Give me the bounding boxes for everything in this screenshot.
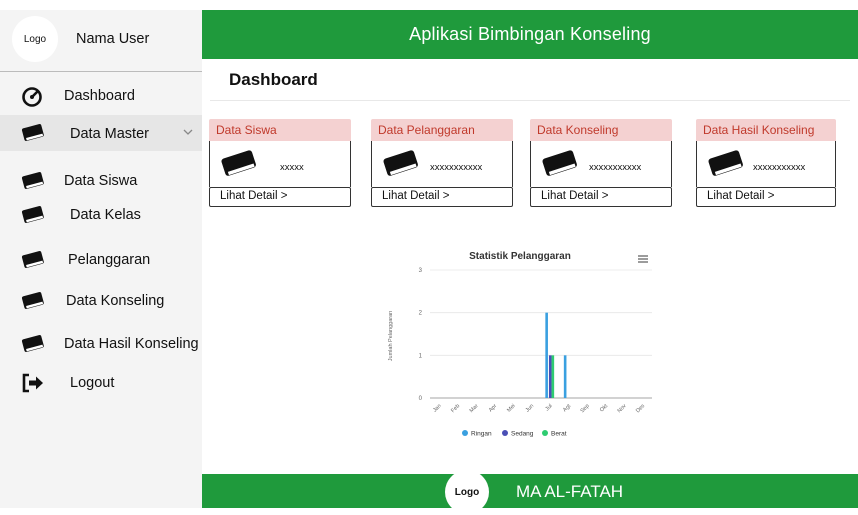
sidebar-item-dashboard[interactable]: Dashboard <box>0 78 202 114</box>
x-tick-label: Apr <box>488 403 498 413</box>
x-tick-label: Jan <box>432 403 443 414</box>
page-title: Dashboard <box>229 70 318 89</box>
x-tick-label: Feb <box>450 403 461 414</box>
card-body: xxxxx <box>209 141 351 187</box>
y-tick-label: 2 <box>419 311 423 317</box>
card-value: xxxxxxxxxxx <box>753 162 806 173</box>
chart-title: Statistik Pelanggaran <box>469 251 571 262</box>
footer-logo-text: Logo <box>454 486 480 498</box>
sidebar-item-label: Data Hasil Konseling <box>64 336 199 352</box>
lihat-detail-button[interactable]: Lihat Detail > <box>371 187 513 207</box>
book-icon <box>21 172 44 189</box>
book-icon <box>542 150 577 176</box>
card-title: Data Konseling <box>530 119 672 141</box>
card-title: Data Siswa <box>209 119 351 141</box>
y-tick-label: 0 <box>419 396 423 402</box>
pelanggaran-chart: Statistik Pelanggaran Jumlah Pelanggaran… <box>388 251 652 438</box>
legend-marker <box>462 430 468 436</box>
sidebar-item-data-kelas[interactable]: Data Kelas <box>0 197 202 233</box>
sidebar-item-label: Data Siswa <box>64 173 138 189</box>
title-divider <box>210 100 850 101</box>
card-title: Data Pelanggaran <box>371 119 513 141</box>
sidebar-item-label: Logout <box>70 375 115 391</box>
sidebar-item-label: Data Kelas <box>70 207 141 223</box>
card-body: xxxxxxxxxxx <box>696 141 836 187</box>
school-name: MA AL-FATAH <box>516 482 624 501</box>
sidebar-item-data-master[interactable]: Data Master <box>0 115 202 151</box>
x-tick-label: Okt <box>599 403 610 414</box>
sidebar-item-label: Pelanggaran <box>68 252 151 268</box>
sidebar-item-label: Dashboard <box>64 88 135 104</box>
x-tick-label: Nov <box>617 403 628 414</box>
x-tick-label: Jul <box>544 403 553 412</box>
card-value: xxxxxxxxxxx <box>430 162 483 173</box>
lihat-detail-button[interactable]: Lihat Detail > <box>530 187 672 207</box>
lihat-detail-button[interactable]: Lihat Detail > <box>209 187 351 207</box>
book-icon <box>21 292 44 309</box>
card-data-siswa: Data Siswa xxxxx Lihat Detail > <box>209 119 351 207</box>
book-icon <box>21 206 44 223</box>
user-logo: Logo <box>12 16 58 62</box>
card-data-pelanggaran: Data Pelanggaran xxxxxxxxxxx Lihat Detai… <box>371 119 513 207</box>
chart-bar[interactable] <box>551 355 555 398</box>
sidebar-item-data-hasil-konseling[interactable]: Data Hasil Konseling <box>0 326 202 362</box>
legend-label[interactable]: Sedang <box>511 431 534 438</box>
chevron-down-icon <box>183 129 193 135</box>
footer-logo: Logo <box>445 470 489 514</box>
card-title: Data Hasil Konseling <box>696 119 836 141</box>
y-axis-label: Jumlah Pelanggaran <box>388 311 394 361</box>
card-body: xxxxxxxxxxx <box>530 141 672 187</box>
book-icon <box>21 251 44 268</box>
app-footer: Logo MA AL-FATAH <box>202 470 858 514</box>
book-icon <box>21 124 44 141</box>
logout-icon <box>22 373 43 393</box>
x-tick-label: Mar <box>469 403 480 414</box>
sidebar-item-label: Data Konseling <box>66 293 165 309</box>
lihat-detail-button[interactable]: Lihat Detail > <box>696 187 836 207</box>
chart-bar[interactable] <box>563 355 567 398</box>
x-tick-label: Agt <box>562 403 572 413</box>
sidebar-item-logout[interactable]: Logout <box>0 365 202 401</box>
app-header: Aplikasi Bimbingan Konseling <box>202 10 858 59</box>
sidebar-item-label: Data Master <box>70 126 149 142</box>
sidebar-divider <box>0 71 202 72</box>
x-tick-label: Mei <box>506 403 517 414</box>
card-body: xxxxxxxxxxx <box>371 141 513 187</box>
book-icon <box>708 150 743 176</box>
book-icon <box>383 150 418 176</box>
x-tick-label: Jun <box>525 403 536 414</box>
legend-marker <box>542 430 548 436</box>
book-icon <box>221 150 256 176</box>
sidebar-item-data-siswa[interactable]: Data Siswa <box>0 163 202 199</box>
book-icon <box>21 335 44 352</box>
sidebar-item-pelanggaran[interactable]: Pelanggaran <box>0 242 202 278</box>
y-tick-label: 1 <box>419 353 423 359</box>
speedometer-icon <box>22 87 42 107</box>
app-title: Aplikasi Bimbingan Konseling <box>409 24 651 44</box>
card-data-hasil-konseling: Data Hasil Konseling xxxxxxxxxxx Lihat D… <box>696 119 836 207</box>
card-data-konseling: Data Konseling xxxxxxxxxxx Lihat Detail … <box>530 119 672 207</box>
x-tick-label: Sep <box>579 403 590 414</box>
user-name: Nama User <box>76 31 150 47</box>
legend-marker <box>502 430 508 436</box>
y-tick-label: 3 <box>419 268 423 274</box>
legend-label[interactable]: Berat <box>551 431 567 438</box>
chart-bar[interactable] <box>548 355 552 398</box>
menu-icon[interactable] <box>638 255 648 263</box>
card-value: xxxxxxxxxxx <box>589 162 642 173</box>
x-tick-label: Des <box>635 403 646 414</box>
legend-label[interactable]: Ringan <box>471 431 492 438</box>
sidebar: Logo Nama User Dashboard Data Master Dat… <box>0 10 202 508</box>
sidebar-item-data-konseling[interactable]: Data Konseling <box>0 283 202 319</box>
user-logo-text: Logo <box>23 33 47 45</box>
card-value: xxxxx <box>280 162 304 173</box>
chart-bar[interactable] <box>545 312 548 398</box>
